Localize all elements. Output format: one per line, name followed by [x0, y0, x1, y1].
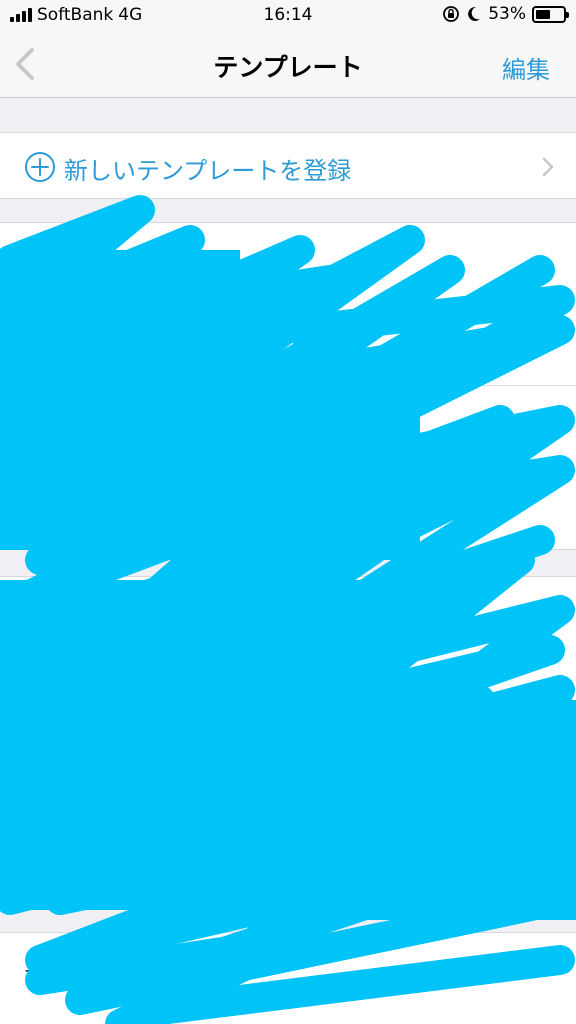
template-section-1[interactable] — [0, 222, 576, 550]
nav-bar: テンプレート 編集 — [0, 32, 576, 98]
plus-circle-icon — [25, 152, 55, 182]
edit-button[interactable]: 編集 — [502, 50, 550, 85]
template-section-2[interactable] — [0, 576, 576, 906]
row-divider — [24, 385, 576, 386]
status-bar: SoftBank 4G 16:14 53% — [0, 0, 576, 32]
battery-fill — [536, 9, 550, 19]
battery-percent: 53% — [488, 4, 526, 24]
chevron-right-icon — [542, 157, 554, 177]
status-right: 53% — [442, 4, 569, 24]
battery-icon — [532, 5, 569, 23]
moon-icon — [468, 6, 481, 21]
template-section-3[interactable]: テンプレート — [0, 932, 576, 1024]
row-divider — [24, 741, 576, 742]
orientation-lock-icon — [443, 6, 460, 22]
page-title: テンプレート — [213, 53, 363, 82]
new-template-row[interactable]: 新しいテンプレートを登録 — [0, 132, 576, 199]
new-template-label: 新しいテンプレートを登録 — [64, 157, 352, 185]
template-item-label: テンプレート — [24, 963, 132, 984]
